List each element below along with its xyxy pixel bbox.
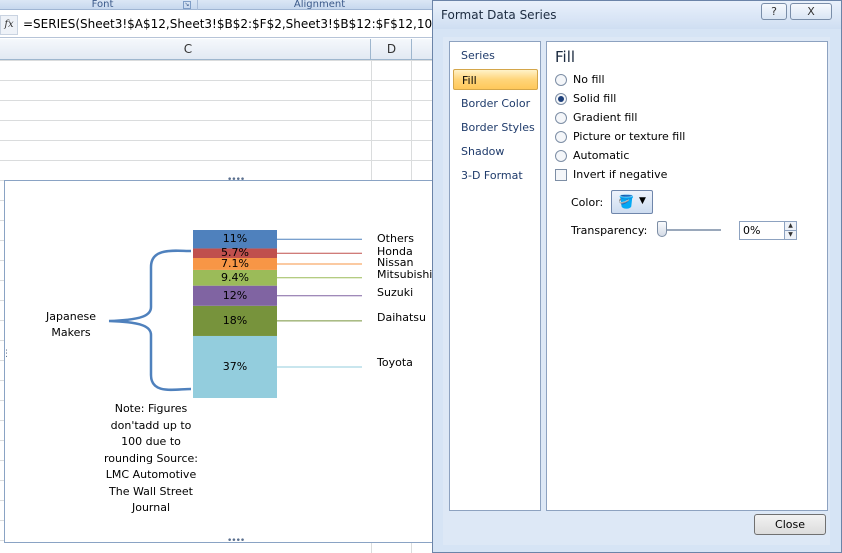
dialog-title: Format Data Series	[441, 8, 557, 22]
dialog-body: Series OptionsFillBorder ColorBorder Sty…	[443, 37, 830, 545]
category-label-japanese-makers: Japanese Makers	[46, 310, 96, 339]
chart-note: Note: Figures don'tadd up to 100 due to …	[104, 402, 198, 514]
nav-item-border-color[interactable]: Border Color	[453, 93, 538, 114]
radio-gradient-fill[interactable]: Gradient fill	[555, 110, 637, 126]
color-picker-button[interactable]: 🪣 ▼	[611, 190, 653, 214]
radio-automatic[interactable]: Automatic	[555, 148, 629, 164]
fill-options-pane: Fill No fill Solid fill Gradient fill Pictu…	[546, 41, 828, 511]
alignment-group-label: Alignment	[205, 0, 435, 10]
curly-brace	[108, 249, 192, 392]
series-label-honda: Honda	[377, 245, 413, 258]
data-label-others: 11%	[222, 232, 248, 246]
radio-solid-fill[interactable]: Solid fill	[555, 91, 616, 107]
data-label-mitsubishi: 9.4%	[221, 270, 249, 284]
radio-button-icon[interactable]	[555, 93, 567, 105]
paint-bucket-icon: 🪣	[618, 195, 635, 210]
insert-function-button[interactable]: fx	[0, 15, 18, 35]
transparency-slider-thumb[interactable]	[657, 221, 667, 237]
spin-down-button[interactable]: ▼	[784, 230, 797, 240]
radio-no-fill[interactable]: No fill	[555, 72, 605, 88]
data-label-suzuki: 12%	[222, 288, 248, 302]
column-header-d[interactable]: D	[372, 39, 412, 60]
transparency-slider-track[interactable]	[663, 229, 721, 231]
nav-item-border-styles[interactable]: Border Styles	[453, 117, 538, 138]
series-label-daihatsu: Daihatsu	[377, 311, 426, 324]
series-label-toyota: Toyota	[377, 356, 413, 369]
radio-label: Solid fill	[573, 92, 617, 105]
nav-item-series-options[interactable]: Series Options	[453, 45, 538, 83]
close-button[interactable]: Close	[754, 514, 826, 535]
data-label-honda: 5.7%	[221, 246, 249, 260]
color-label: Color:	[571, 196, 604, 209]
series-label-mitsubishi: Mitsubishi	[377, 268, 433, 281]
radio-label: Gradient fill	[573, 111, 638, 124]
radio-button-icon[interactable]	[555, 74, 567, 86]
close-window-button[interactable]: X	[790, 3, 832, 20]
transparency-input[interactable]: 0%	[739, 221, 785, 240]
help-button[interactable]: ?	[761, 3, 787, 20]
radio-picture-or-texture-fill[interactable]: Picture or texture fill	[555, 129, 685, 145]
category-nav: Series OptionsFill Border Color Border Sty…	[449, 41, 541, 511]
chart-area[interactable]: •••• •••• ⋮ 37% 18% 12% 9.4% 7.1% 5.7% 11% Toy…	[2, 176, 436, 546]
nav-item-3-d-format[interactable]: 3-D Format	[453, 165, 538, 186]
checkbox-icon[interactable]	[555, 169, 567, 181]
format-data-series-dialog: Format Data Series ? X Series OptionsFil…	[432, 0, 842, 553]
transparency-label: Transparency:	[571, 224, 648, 237]
radio-label: No fill	[573, 73, 605, 86]
radio-button-icon[interactable]	[555, 131, 567, 143]
radio-label: Automatic	[573, 149, 630, 162]
font-group-label: Font ↘	[8, 0, 198, 10]
column-header-c[interactable]: C	[6, 39, 371, 60]
series-label-suzuki: Suzuki	[377, 286, 414, 299]
nav-item-shadow[interactable]: Shadow	[453, 141, 538, 162]
chevron-down-icon: ▼	[639, 196, 646, 206]
dialog-titlebar[interactable]: Format Data Series ? X	[433, 1, 841, 29]
invert-if-negative-checkbox[interactable]: Invert if negative	[555, 167, 667, 183]
formula-input[interactable]: =SERIES(Sheet3!$A$12,Sheet3!$B$2:$F$2,Sh…	[23, 17, 437, 31]
radio-button-icon[interactable]	[555, 112, 567, 124]
font-dialog-launcher-icon[interactable]: ↘	[183, 1, 191, 9]
radio-label: Picture or texture fill	[573, 130, 686, 143]
radio-button-icon[interactable]	[555, 150, 567, 162]
data-label-daihatsu: 18%	[222, 313, 248, 327]
nav-item-fill[interactable]: Fill	[453, 69, 538, 90]
fill-heading: Fill	[555, 48, 576, 66]
data-label-toyota: 37%	[222, 359, 248, 373]
series-label-others: Others	[377, 232, 414, 245]
